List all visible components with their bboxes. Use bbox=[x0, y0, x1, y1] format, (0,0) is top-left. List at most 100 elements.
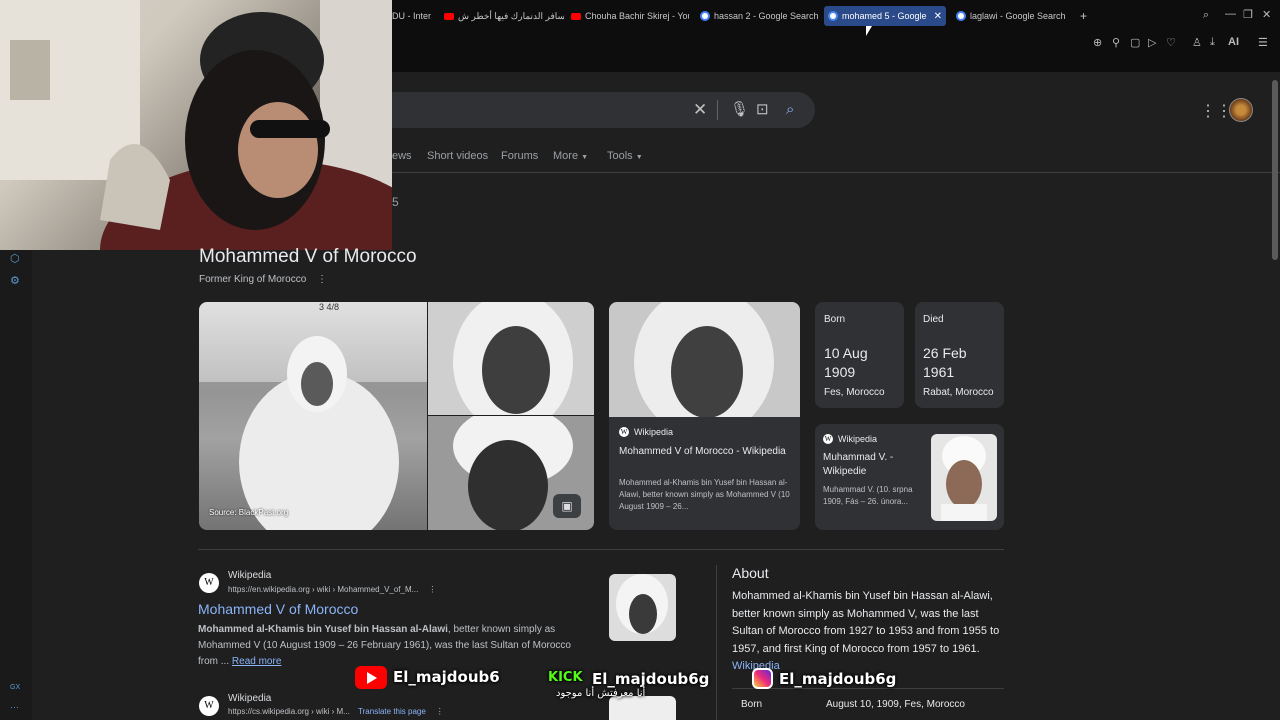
download-icon[interactable]: ⤓ bbox=[1210, 36, 1215, 49]
tab-3[interactable]: hassan 2 - Google Search bbox=[700, 6, 820, 26]
column-divider bbox=[716, 565, 717, 720]
tab-0[interactable]: DU - Inter bbox=[392, 6, 440, 26]
read-more-link[interactable]: Read more bbox=[232, 656, 281, 667]
snippet-bold: Mohammed al-Khamis bin Yusef bin Hassan … bbox=[198, 624, 448, 635]
portrait-image-2[interactable] bbox=[428, 302, 594, 415]
tab-5[interactable]: laglawi - Google Search bbox=[956, 6, 1074, 26]
streamer-figure bbox=[0, 0, 392, 250]
more-options-icon[interactable]: ⋮ bbox=[436, 707, 444, 716]
about-text: Mohammed al-Khamis bin Yusef bin Hassan … bbox=[732, 588, 1002, 676]
nav-more-label: More bbox=[553, 150, 579, 162]
nav-item-short-videos[interactable]: Short videos bbox=[427, 150, 488, 162]
tab-label: Chouha Bachir Skirej - You bbox=[585, 11, 689, 21]
settings-icon[interactable]: ⚙ bbox=[10, 274, 20, 287]
portrait-image-1[interactable]: 3 4/8 Source: BlackPast.org bbox=[199, 302, 427, 530]
instagram-icon bbox=[752, 668, 773, 689]
chevron-down-icon: ▼ bbox=[581, 154, 589, 161]
profile-icon[interactable]: ♙ bbox=[1192, 36, 1202, 49]
image-source-label: Source: BlackPast.org bbox=[209, 508, 289, 517]
card-source: W Wikipedia bbox=[823, 434, 877, 444]
kp-title: Mohammed V of Morocco bbox=[199, 246, 417, 267]
result-thumbnail[interactable] bbox=[609, 696, 676, 720]
nav-item-forums[interactable]: Forums bbox=[501, 150, 538, 162]
search-input[interactable]: ✕ 🎙 ⊡ ⌕ bbox=[392, 92, 815, 128]
portrait-face bbox=[634, 302, 774, 417]
card-image bbox=[609, 302, 800, 417]
result-thumbnail[interactable] bbox=[609, 574, 676, 641]
wiki-card-2[interactable]: W Wikipedia Muhammad V. - Wikipedie Muham… bbox=[815, 424, 1004, 530]
tab-4-active[interactable]: mohamed 5 - Google ✕ bbox=[824, 6, 946, 26]
youtube-icon bbox=[444, 12, 454, 20]
more-icon[interactable]: ··· bbox=[10, 702, 19, 712]
card-title: Mohammed V of Morocco - Wikipedia bbox=[619, 446, 786, 457]
tab-label: لا تسافر الدنمارك فيها أخطر ش bbox=[458, 10, 564, 21]
youtube-handle: El_majdoub6 bbox=[393, 668, 500, 686]
lens-icon[interactable]: ⊡ bbox=[756, 92, 769, 128]
result-url[interactable]: https://en.wikipedia.org › wiki › Mohamm… bbox=[228, 585, 436, 594]
nav-item-news[interactable]: ews bbox=[392, 150, 412, 162]
google-icon bbox=[700, 11, 710, 21]
result-url-text: https://cs.wikipedia.org › wiki › M... bbox=[228, 707, 350, 716]
clear-icon[interactable]: ✕ bbox=[693, 92, 707, 128]
google-icon bbox=[956, 11, 966, 21]
menu-icon[interactable]: ☰ bbox=[1258, 36, 1268, 49]
about-born-row: Born August 10, 1909, Fes, Morocco bbox=[732, 688, 1004, 720]
heart-icon[interactable]: ♡ bbox=[1166, 36, 1176, 49]
extension-icon[interactable]: ⬡ bbox=[10, 252, 20, 265]
apps-grid-icon[interactable]: ⋮⋮ bbox=[1200, 101, 1232, 121]
pin-icon[interactable]: ⚲ bbox=[1112, 36, 1120, 49]
more-options-icon[interactable]: ⋮ bbox=[428, 585, 436, 594]
microphone-icon[interactable]: 🎙 bbox=[730, 92, 749, 128]
search-icon[interactable]: ⌕ bbox=[786, 92, 794, 128]
new-tab-button[interactable]: + bbox=[1080, 6, 1094, 26]
wikipedia-icon: W bbox=[619, 427, 629, 437]
image-annotation: 3 4/8 bbox=[319, 302, 340, 312]
result-site-name: Wikipedia bbox=[228, 570, 272, 581]
portrait-face bbox=[941, 436, 987, 521]
player-icon[interactable]: ▷ bbox=[1148, 36, 1156, 49]
youtube-icon bbox=[355, 666, 387, 689]
search-tabs-icon[interactable]: ⌕ bbox=[1203, 9, 1209, 22]
more-options-icon[interactable]: ⋮ bbox=[317, 274, 327, 285]
youtube-icon bbox=[571, 12, 581, 20]
restore-icon[interactable]: ❐ bbox=[1243, 8, 1253, 21]
nav-item-more[interactable]: More ▼ bbox=[553, 150, 588, 162]
portrait-face bbox=[616, 574, 668, 634]
tab-1[interactable]: لا تسافر الدنمارك فيها أخطر ش bbox=[444, 6, 564, 26]
card-source-label: Wikipedia bbox=[838, 434, 878, 444]
card-thumbnail bbox=[931, 434, 997, 521]
died-card[interactable]: Died 26 Feb 1961 Rabat, Morocco bbox=[915, 302, 1004, 408]
zoom-icon[interactable]: ⊕ bbox=[1093, 36, 1102, 49]
result-url[interactable]: https://cs.wikipedia.org › wiki › M... T… bbox=[228, 707, 444, 716]
result-title-link[interactable]: Mohammed V of Morocco bbox=[198, 601, 358, 617]
died-label: Died bbox=[923, 314, 944, 325]
scrollbar-thumb[interactable] bbox=[1272, 80, 1278, 260]
avatar[interactable] bbox=[1229, 98, 1253, 122]
sidebar-rail: ⬡ ⚙ GX ··· bbox=[0, 250, 32, 720]
kp-subtitle-text: Former King of Morocco bbox=[199, 274, 307, 285]
snapshot-icon[interactable]: ▢ bbox=[1130, 36, 1140, 49]
nav-divider bbox=[392, 172, 1280, 173]
nav-item-tools[interactable]: Tools ▼ bbox=[607, 150, 643, 162]
divider bbox=[717, 100, 718, 120]
wiki-card-1[interactable]: W Wikipedia Mohammed V of Morocco - Wikip… bbox=[609, 302, 800, 530]
portrait-image-3[interactable]: ▣ bbox=[428, 416, 594, 530]
kick-handle: El_majdoub6g bbox=[592, 670, 710, 688]
wikipedia-icon: W bbox=[199, 573, 219, 593]
mouse-cursor bbox=[866, 26, 872, 36]
born-place: Fes, Morocco bbox=[824, 387, 885, 398]
born-label: Born bbox=[741, 699, 763, 710]
gx-label: GX bbox=[10, 684, 21, 691]
image-search-icon[interactable]: ▣ bbox=[553, 494, 581, 518]
minimize-icon[interactable]: — bbox=[1225, 8, 1236, 20]
tab-2[interactable]: Chouha Bachir Skirej - You bbox=[571, 6, 689, 26]
portrait-figure bbox=[199, 336, 427, 530]
nav-tools-label: Tools bbox=[607, 150, 633, 162]
tab-label: DU - Inter bbox=[392, 11, 432, 21]
translate-link[interactable]: Translate this page bbox=[358, 707, 426, 716]
close-window-icon[interactable]: ✕ bbox=[1262, 8, 1271, 21]
aria-ai-button[interactable]: AI bbox=[1228, 36, 1239, 48]
born-card[interactable]: Born 10 Aug 1909 Fes, Morocco bbox=[815, 302, 904, 408]
close-tab-icon[interactable]: ✕ bbox=[934, 11, 942, 22]
result-site-name: Wikipedia bbox=[228, 693, 272, 704]
